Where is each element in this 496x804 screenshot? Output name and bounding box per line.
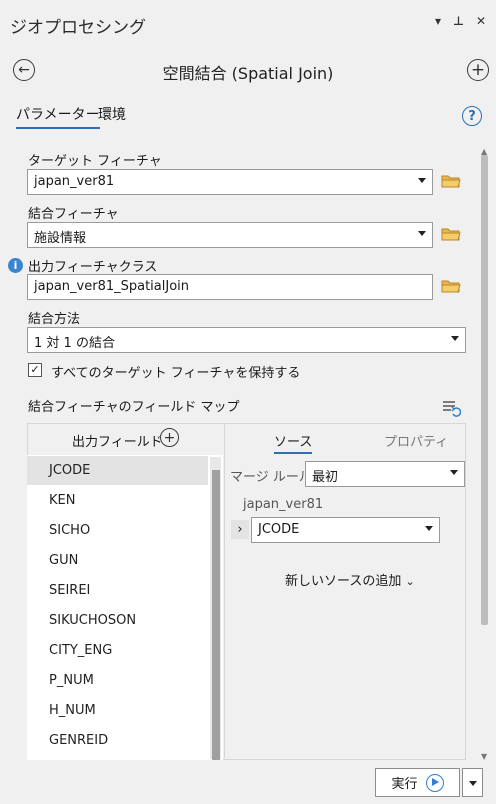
dropdown-arrow-icon[interactable] bbox=[451, 336, 459, 341]
source-field-select[interactable]: JCODE bbox=[251, 517, 440, 543]
run-button[interactable]: 実行 bbox=[375, 768, 460, 797]
output-feature-class-value: japan_ver81_SpatialJoin bbox=[34, 279, 190, 294]
add-button[interactable]: + bbox=[467, 59, 489, 81]
list-item[interactable]: CITY_ENG bbox=[49, 643, 112, 658]
pane-scrollbar[interactable] bbox=[481, 155, 488, 625]
dropdown-arrow-icon bbox=[469, 781, 477, 786]
join-operation-label: 結合方法 bbox=[28, 312, 81, 327]
help-icon[interactable]: ? bbox=[462, 106, 482, 126]
dropdown-arrow-icon[interactable] bbox=[418, 178, 426, 183]
info-icon[interactable]: i bbox=[8, 258, 23, 273]
keep-all-checkbox[interactable]: ✓ bbox=[28, 363, 42, 377]
output-fields-label: 出力フィールド bbox=[72, 435, 163, 450]
target-features-value: japan_ver81 bbox=[34, 174, 115, 189]
source-field-value: JCODE bbox=[258, 522, 300, 537]
splitter[interactable] bbox=[224, 424, 225, 758]
pane-menu-icon[interactable]: ▾ bbox=[435, 14, 441, 28]
join-operation-select[interactable]: 1 対 1 の結合 bbox=[27, 327, 466, 353]
chevron-down-icon: ⌄ bbox=[405, 575, 415, 588]
list-item[interactable]: SICHO bbox=[49, 523, 90, 538]
merge-rule-select[interactable]: 最初 bbox=[305, 461, 465, 487]
scroll-up-icon[interactable]: ▲ bbox=[481, 147, 487, 156]
tab-environments[interactable]: 環境 bbox=[98, 104, 126, 124]
add-new-source-link[interactable]: 新しいソースの追加 ⌄ bbox=[285, 570, 415, 589]
add-new-source-label: 新しいソースの追加 bbox=[285, 574, 402, 589]
join-features-label: 結合フィーチャ bbox=[28, 207, 119, 222]
join-operation-value: 1 対 1 の結合 bbox=[34, 336, 115, 351]
dropdown-arrow-icon[interactable] bbox=[418, 231, 426, 236]
join-features-value: 施設情報 bbox=[34, 231, 87, 246]
pane-controls: ▾ ⊥ ✕ bbox=[435, 14, 486, 28]
list-item[interactable]: SEIREI bbox=[49, 583, 90, 598]
tab-properties[interactable]: プロパティ bbox=[384, 431, 448, 450]
list-item[interactable]: JCODE bbox=[49, 463, 90, 478]
run-label: 実行 bbox=[391, 777, 418, 792]
target-features-label: ターゲット フィーチャ bbox=[28, 154, 162, 169]
pane-title: ジオプロセシング bbox=[10, 18, 146, 38]
list-item[interactable]: KEN bbox=[49, 493, 75, 508]
merge-rule-value: 最初 bbox=[312, 470, 339, 485]
pin-icon[interactable]: ⊥ bbox=[453, 14, 464, 28]
tab-source[interactable]: ソース bbox=[274, 431, 313, 454]
add-field-button[interactable]: + bbox=[160, 428, 179, 447]
field-map-label: 結合フィーチャのフィールド マップ bbox=[28, 400, 240, 415]
list-item[interactable]: GUN bbox=[49, 553, 78, 568]
list-refresh-icon[interactable] bbox=[441, 399, 462, 421]
join-features-input[interactable]: 施設情報 bbox=[27, 222, 433, 248]
tool-title: 空間結合 (Spatial Join) bbox=[162, 64, 334, 83]
dropdown-arrow-icon[interactable] bbox=[450, 470, 458, 475]
folder-icon[interactable] bbox=[441, 279, 461, 293]
run-options-button[interactable] bbox=[462, 768, 483, 797]
tab-parameters[interactable]: パラメーター bbox=[16, 104, 100, 129]
list-item[interactable]: GENREID bbox=[49, 733, 108, 748]
source-layer-label: japan_ver81 bbox=[243, 497, 324, 512]
list-item[interactable]: H_NUM bbox=[49, 703, 96, 718]
list-item[interactable]: P_NUM bbox=[49, 673, 94, 688]
merge-rule-label: マージ ルール bbox=[230, 470, 312, 485]
target-features-input[interactable]: japan_ver81 bbox=[27, 169, 433, 195]
close-icon[interactable]: ✕ bbox=[476, 14, 486, 28]
dropdown-arrow-icon[interactable] bbox=[425, 526, 433, 531]
field-list-scroll-thumb[interactable] bbox=[212, 470, 220, 760]
scroll-down-icon[interactable]: ▼ bbox=[481, 752, 487, 761]
folder-icon[interactable] bbox=[441, 227, 461, 241]
plus-icon: + bbox=[470, 59, 486, 80]
expand-chevron-icon[interactable]: › bbox=[231, 520, 249, 539]
play-icon bbox=[425, 773, 444, 792]
plus-icon: + bbox=[163, 429, 176, 446]
list-item[interactable]: SIKUCHOSON bbox=[49, 613, 136, 628]
keep-all-label: すべてのターゲット フィーチャを保持する bbox=[51, 366, 301, 381]
folder-icon[interactable] bbox=[441, 174, 461, 188]
output-feature-class-input[interactable]: japan_ver81_SpatialJoin bbox=[27, 274, 433, 300]
output-feature-class-label: 出力フィーチャクラス bbox=[28, 260, 158, 275]
